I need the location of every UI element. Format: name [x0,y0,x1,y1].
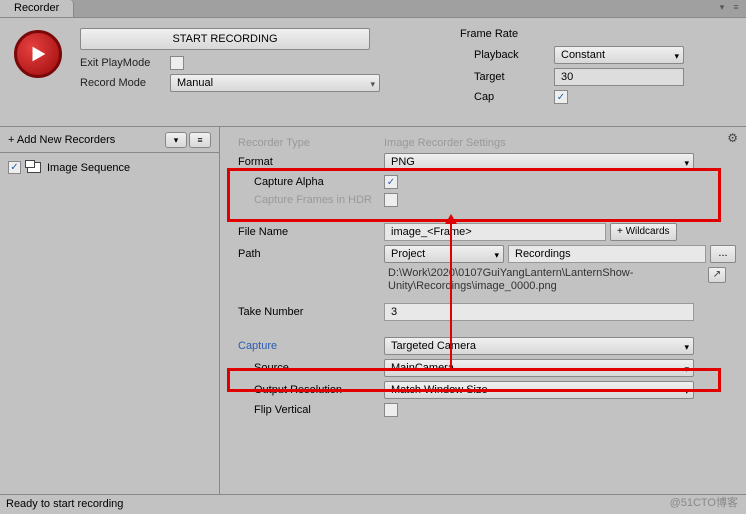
recorder-list-item[interactable]: ✓ Image Sequence [4,159,215,176]
exit-playmode-checkbox[interactable] [170,56,184,70]
path-input[interactable]: Recordings [508,245,706,263]
target-input[interactable]: 30 [554,68,684,86]
output-resolution-label: Output Resolution [234,384,384,396]
tab-bar: Recorder ▾ ≡ [0,0,746,18]
add-recorder-button[interactable]: ▾ [165,132,187,148]
recorder-type-value: Image Recorder Settings [384,137,506,149]
capture-dropdown[interactable]: Targeted Camera [384,337,694,355]
watermark: @51CTO博客 [670,494,738,510]
status-bar: Ready to start recording [0,494,746,514]
filename-label: File Name [234,226,384,238]
flip-vertical-checkbox[interactable] [384,403,398,417]
record-mode-dropdown[interactable]: Manual [170,74,380,92]
capture-label: Capture [234,340,384,352]
recorder-menu-button[interactable]: ≡ [189,132,211,148]
recorder-type-label: Recorder Type [234,137,384,149]
take-number-input[interactable]: 3 [384,303,694,321]
capture-hdr-checkbox [384,193,398,207]
capture-hdr-label: Capture Frames in HDR [234,194,384,206]
top-panel: START RECORDING Exit PlayMode Record Mod… [0,18,746,127]
settings-gear-icon[interactable]: ⚙ [727,131,738,145]
capture-alpha-checkbox[interactable]: ✓ [384,175,398,189]
record-button[interactable] [14,30,62,78]
dock-icon[interactable]: ▾ [716,2,728,12]
format-label: Format [234,156,384,168]
settings-panel: ⚙ Recorder Type Image Recorder Settings … [220,127,746,514]
image-sequence-icon [27,162,41,173]
flip-vertical-label: Flip Vertical [234,404,384,416]
filename-input[interactable]: image_<Frame> [384,223,606,241]
exit-playmode-label: Exit PlayMode [80,57,170,69]
path-label: Path [234,248,384,260]
format-dropdown[interactable]: PNG [384,153,694,171]
take-number-label: Take Number [234,306,384,318]
playback-dropdown[interactable]: Constant [554,46,684,64]
source-label: Source [234,362,384,374]
cap-label: Cap [474,91,554,103]
recorder-enabled-checkbox[interactable]: ✓ [8,161,21,174]
open-folder-button[interactable]: ↗ [708,267,726,283]
wildcards-button[interactable]: + Wildcards [610,223,677,241]
path-scope-dropdown[interactable]: Project [384,245,504,263]
target-label: Target [474,71,554,83]
start-recording-button[interactable]: START RECORDING [80,28,370,50]
output-resolution-dropdown[interactable]: Match Window Size [384,381,694,399]
framerate-title: Frame Rate [460,28,684,40]
full-path-text: D:\Work\2020\0107GuiYangLantern\LanternS… [234,267,736,293]
menu-icon[interactable]: ≡ [730,2,742,12]
record-mode-label: Record Mode [80,77,170,89]
tab-recorder[interactable]: Recorder [0,0,74,17]
browse-button[interactable]: ... [710,245,736,263]
add-recorders-label: + Add New Recorders [8,134,163,146]
window-controls: ▾ ≡ [712,0,746,17]
cap-checkbox[interactable]: ✓ [554,90,568,104]
playback-label: Playback [474,49,554,61]
capture-alpha-label: Capture Alpha [234,176,384,188]
source-dropdown[interactable]: MainCamera [384,359,694,377]
recorder-item-label: Image Sequence [47,162,130,174]
sidebar: + Add New Recorders ▾ ≡ ✓ Image Sequence [0,127,220,514]
